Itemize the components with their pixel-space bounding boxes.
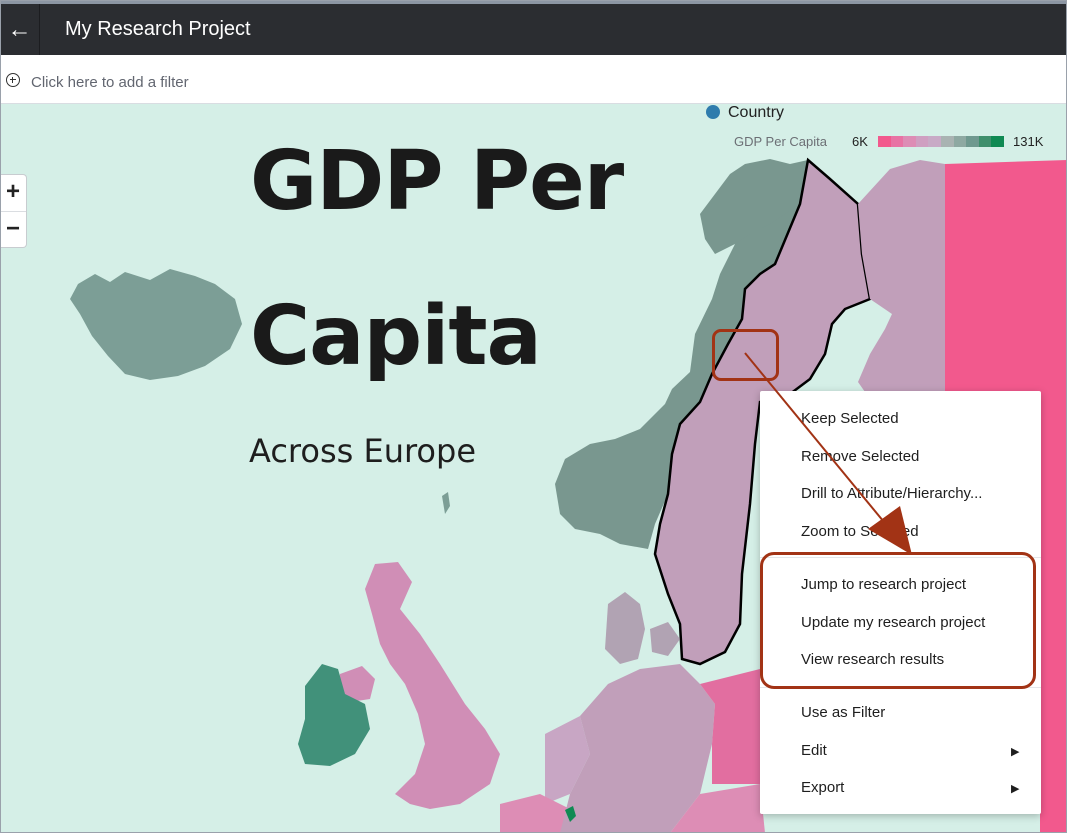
callout-arrow-overlay bbox=[744, 352, 912, 555]
callout-arrowhead-icon bbox=[868, 506, 912, 555]
callout-arrow-line bbox=[744, 352, 894, 534]
